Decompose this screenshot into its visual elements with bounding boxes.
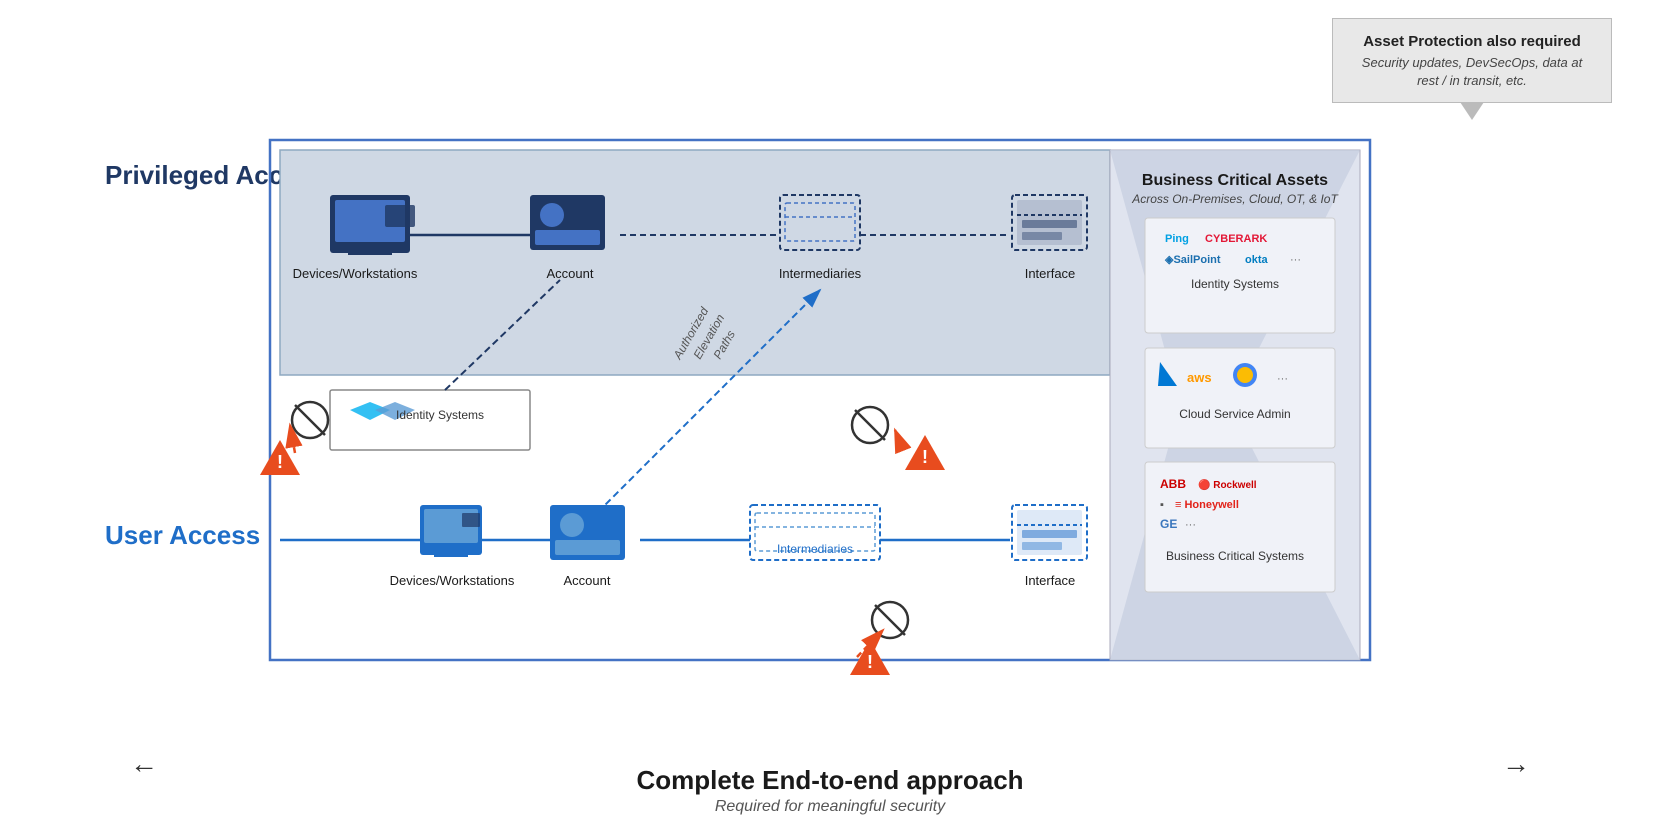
priv-intermediaries-label: Intermediaries <box>779 266 862 281</box>
logo-okta: okta <box>1245 254 1269 266</box>
bca-cloud-label: Cloud Service Admin <box>1179 407 1290 421</box>
user-intermediaries-icon: Intermediaries <box>750 505 880 560</box>
svg-text:!: ! <box>277 452 283 472</box>
user-account-label: Account <box>564 573 611 588</box>
bca-subtitle: Across On-Premises, Cloud, OT, & IoT <box>1131 192 1339 206</box>
bca-biz-label: Business Critical Systems <box>1166 549 1304 563</box>
privileged-zone-bg <box>280 150 1110 375</box>
priv-devices-label: Devices/Workstations <box>293 266 418 281</box>
user-device-icon <box>420 505 482 557</box>
logo-cyberark: CYBERARK <box>1205 233 1267 245</box>
user-interface-label: Interface <box>1025 573 1076 588</box>
diagram-svg: Devices/Workstations Account Intermediar… <box>50 130 1610 690</box>
gcp-inner <box>1237 367 1253 383</box>
priv-device-icon <box>330 195 415 255</box>
bca-title: Business Critical Assets <box>1142 172 1328 189</box>
asset-protection-callout: Asset Protection also required Security … <box>1332 18 1612 103</box>
bca-cloud-box <box>1145 348 1335 448</box>
bottom-section: ← Complete End-to-end approach Required … <box>50 765 1610 816</box>
priv-interface-label: Interface <box>1025 266 1076 281</box>
bottom-title: Complete End-to-end approach <box>50 765 1610 796</box>
warning-left: ! <box>260 440 300 475</box>
warning-mid: ! <box>905 435 945 470</box>
user-interface-icon <box>1012 505 1087 560</box>
svg-text:!: ! <box>922 447 928 467</box>
logo-dots-2: ··· <box>1277 373 1288 385</box>
logo-abb: ABB <box>1160 477 1186 491</box>
user-account-icon <box>550 505 625 560</box>
logo-honeywell: ≡ Honeywell <box>1175 499 1239 511</box>
svg-text:!: ! <box>867 652 873 672</box>
logo-rockwell: 🔴 Rockwell <box>1198 478 1257 491</box>
main-diagram: Privileged Access User Access Devices/Wo… <box>50 130 1610 690</box>
logo-aws: aws <box>1187 370 1212 385</box>
bottom-subtitle: Required for meaningful security <box>50 798 1610 816</box>
callout-body: Security updates, DevSecOps, data at res… <box>1351 54 1593 90</box>
warning-bottom: ! <box>850 640 890 675</box>
priv-account-label: Account <box>547 266 594 281</box>
attack-arrow-mid <box>895 430 903 450</box>
logo-dots-3: ··· <box>1185 519 1196 531</box>
bca-identity-label: Identity Systems <box>1191 277 1279 291</box>
arrow-left-icon: ← <box>130 748 158 780</box>
logo-ge: GE <box>1160 517 1177 531</box>
arrow-right-icon: → <box>1502 748 1530 780</box>
user-devices-label: Devices/Workstations <box>390 573 515 588</box>
priv-interface-icon <box>1012 195 1087 250</box>
logo-sailpoint: ◈SailPoint <box>1164 254 1221 266</box>
callout-title: Asset Protection also required <box>1351 33 1593 50</box>
logo-dots-1: ··· <box>1290 254 1301 266</box>
svg-text:Intermediaries: Intermediaries <box>777 542 853 556</box>
identity-systems-label: Identity Systems <box>396 408 484 422</box>
logo-ping: Ping <box>1165 233 1189 245</box>
logo-box-ot: ▪ <box>1160 499 1164 511</box>
priv-account-icon <box>530 195 605 250</box>
